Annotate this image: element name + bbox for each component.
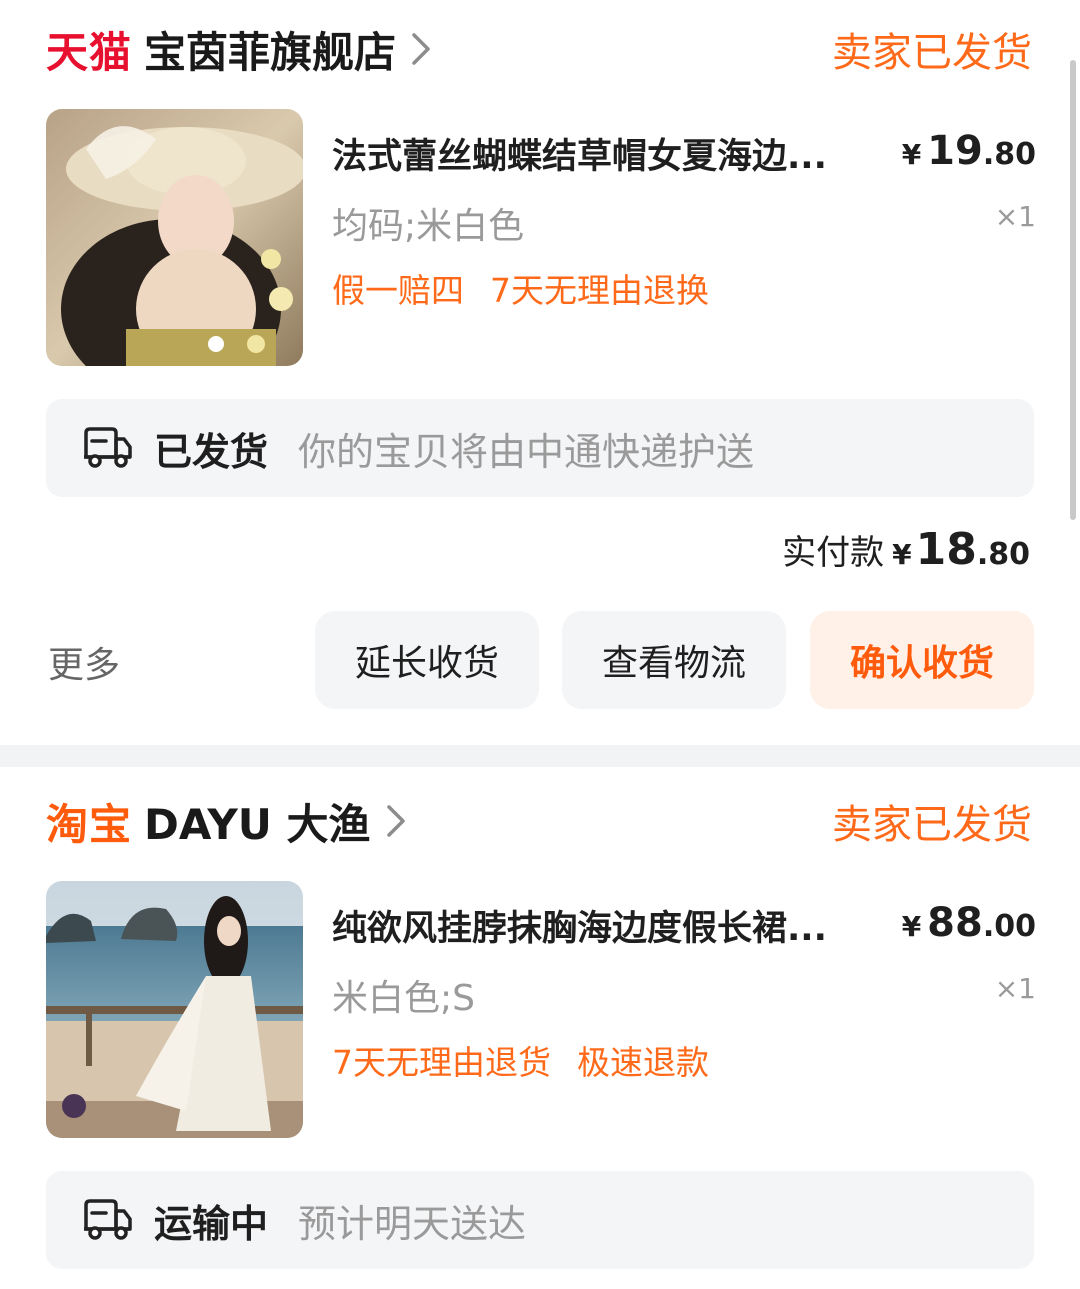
paid-symbol: ¥ xyxy=(892,538,912,571)
chevron-right-icon xyxy=(386,805,405,837)
shop-name[interactable]: 宝茵菲旗舰店 xyxy=(144,19,396,80)
order-status: 卖家已发货 xyxy=(832,802,1032,848)
service-tags: 假一赔四 7天无理由退换 xyxy=(332,264,709,312)
tag-item: 假一赔四 xyxy=(332,271,464,310)
price-integer: 88 xyxy=(927,900,983,946)
card-divider xyxy=(0,745,1080,767)
order-card-2[interactable]: 淘宝 DAYU 大渔 卖家已发货 纯欲风挂脖抹胸海边度假长裙... ¥ 88 .… xyxy=(0,767,1080,1289)
product-title[interactable]: 纯欲风挂脖抹胸海边度假长裙... xyxy=(332,900,872,951)
shop-header[interactable]: 天猫 宝茵菲旗舰店 卖家已发货 xyxy=(46,19,1032,79)
view-logistics-button[interactable]: 查看物流 xyxy=(562,611,786,709)
shipping-panel[interactable]: 运输中 预计明天送达 xyxy=(46,1171,1034,1269)
paid-integer: 18 xyxy=(915,524,977,575)
shipping-desc: 你的宝贝将由中通快递护送 xyxy=(298,429,755,474)
truck-icon xyxy=(84,427,132,468)
tag-item: 7天无理由退换 xyxy=(490,271,709,310)
product-qty: ×1 xyxy=(994,200,1036,233)
order-status: 卖家已发货 xyxy=(832,30,1032,76)
tag-item: 7天无理由退货 xyxy=(332,1043,551,1082)
paid-label: 实付款 xyxy=(782,533,885,573)
more-button[interactable]: 更多 xyxy=(48,636,120,688)
order-card-1[interactable]: 天猫 宝茵菲旗舰店 卖家已发货 法式蕾丝蝴蝶结草帽女夏海边... ¥ 19 .8… xyxy=(0,0,1080,745)
product-image[interactable] xyxy=(46,109,303,366)
product-title[interactable]: 法式蕾丝蝴蝶结草帽女夏海边... xyxy=(332,128,872,179)
product-price: ¥ 88 .00 xyxy=(902,900,1036,946)
truck-icon xyxy=(84,1199,132,1240)
product-price: ¥ 19 .80 xyxy=(902,128,1036,174)
shipping-status-label: 运输中 xyxy=(154,1201,269,1246)
product-image[interactable] xyxy=(46,881,303,1138)
extend-receipt-button[interactable]: 延长收货 xyxy=(315,611,539,709)
shop-header[interactable]: 淘宝 DAYU 大渔 卖家已发货 xyxy=(46,791,1032,851)
price-integer: 19 xyxy=(927,128,983,174)
chevron-right-icon xyxy=(412,33,430,65)
price-decimal: .80 xyxy=(982,137,1036,172)
tag-item: 极速退款 xyxy=(577,1043,709,1082)
confirm-receipt-button[interactable]: 确认收货 xyxy=(810,611,1034,709)
service-tags: 7天无理由退货 极速退款 xyxy=(332,1036,709,1084)
shop-name[interactable]: DAYU 大渔 xyxy=(144,791,371,852)
price-symbol: ¥ xyxy=(901,138,922,171)
paid-decimal: .80 xyxy=(976,537,1030,572)
shipping-status-label: 已发货 xyxy=(154,429,269,474)
shipping-desc: 预计明天送达 xyxy=(298,1201,527,1246)
price-decimal: .00 xyxy=(982,909,1036,944)
platform-logo-tmall: 天猫 xyxy=(46,27,133,77)
product-spec: 均码;米白色 xyxy=(332,206,525,247)
platform-logo-taobao: 淘宝 xyxy=(46,799,133,849)
shipping-panel[interactable]: 已发货 你的宝贝将由中通快递护送 xyxy=(46,399,1034,497)
product-qty: ×1 xyxy=(994,972,1036,1005)
price-symbol: ¥ xyxy=(901,910,922,943)
product-spec: 米白色;S xyxy=(332,978,475,1019)
scrollbar[interactable] xyxy=(1070,60,1076,520)
paid-amount: 实付款 ¥ 18 .80 xyxy=(782,524,1030,575)
